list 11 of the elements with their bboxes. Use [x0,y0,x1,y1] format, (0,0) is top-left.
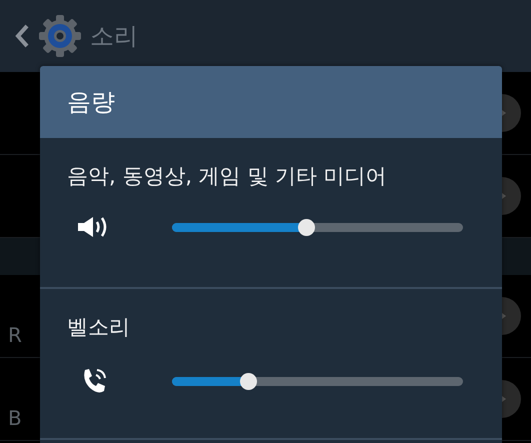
back-icon [14,23,30,49]
settings-icon [38,14,82,58]
channel-label: 음악, 동영상, 게임 및 기타 미디어 [67,163,388,190]
back-button[interactable] [14,14,82,58]
screen-title: 소리 [90,21,138,52]
dialog-title: 음량 [67,87,115,118]
row-subtitle: B [8,406,22,430]
channel-label: 벨소리 [67,314,131,341]
slider-thumb[interactable] [298,218,315,236]
slider-thumb[interactable] [240,372,257,390]
row-subtitle: R [8,323,22,347]
